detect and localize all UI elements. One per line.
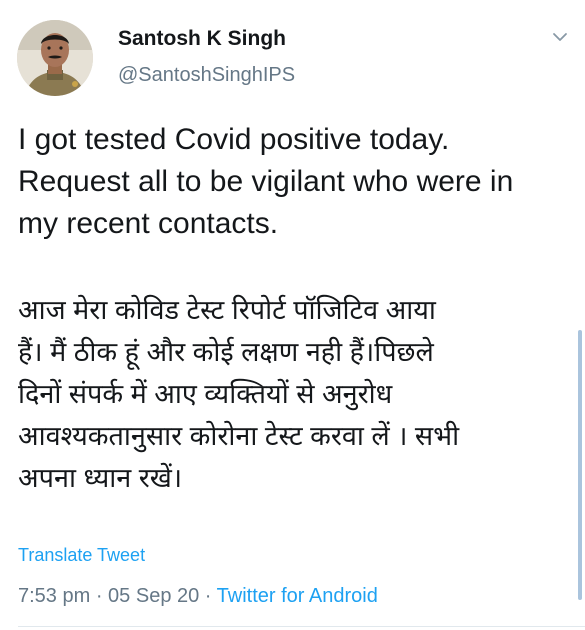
avatar[interactable] [17,20,93,96]
avatar-image [17,20,93,96]
meta-separator: · [90,585,109,607]
tweet-source-link[interactable]: Twitter for Android [217,585,378,607]
tweet-time[interactable]: 7:53 pm [18,585,90,607]
tweet-text-english: I got tested Covid positive today. Reque… [18,123,514,240]
tweet-text-hindi: आज मेरा कोविड टेस्ट रिपोर्ट पॉजिटिव आया … [18,295,460,493]
divider [18,626,585,627]
tweet-card: Santosh K Singh @SantoshSinghIPS I got t… [0,0,585,630]
scrollbar[interactable] [578,330,582,600]
translate-tweet-link[interactable]: Translate Tweet [18,545,145,566]
meta-separator: · [199,585,217,607]
chevron-down-icon[interactable] [549,26,571,48]
author-display-name[interactable]: Santosh K Singh [118,27,286,51]
tweet-metadata: 7:53 pm · 05 Sep 20 · Twitter for Androi… [18,585,378,608]
author-handle[interactable]: @SantoshSinghIPS [118,64,295,87]
tweet-date[interactable]: 05 Sep 20 [108,585,199,607]
